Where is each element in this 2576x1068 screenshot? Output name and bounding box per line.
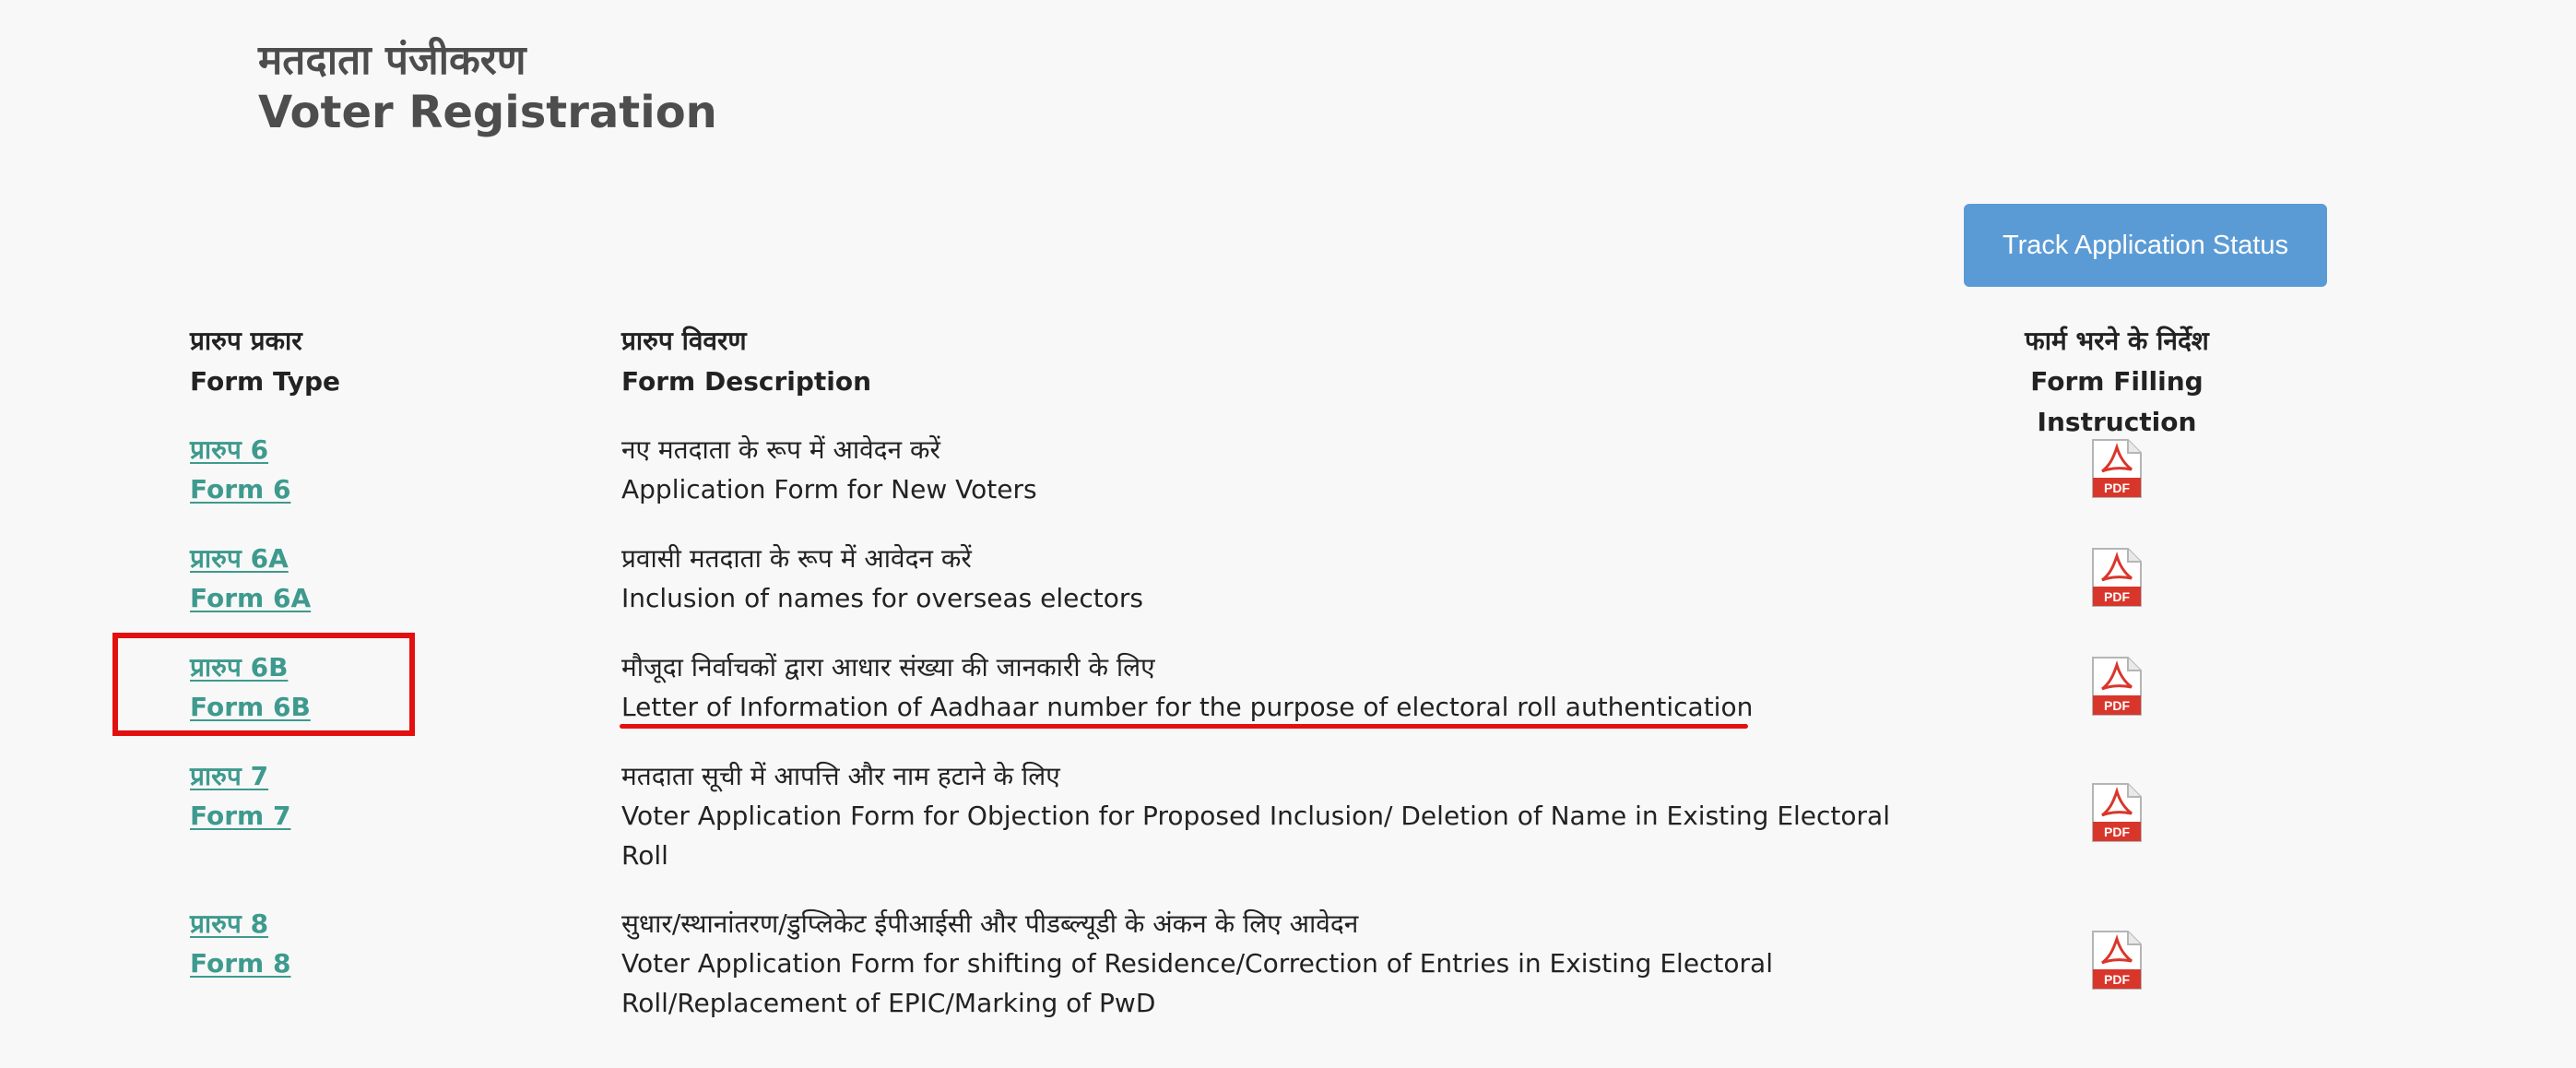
form-name-english: Form 7	[190, 801, 291, 831]
form-name-hindi: प्रारुप 8	[190, 908, 269, 939]
track-application-status-button[interactable]: Track Application Status	[1964, 204, 2327, 287]
form-description-english: Inclusion of names for overseas electors	[621, 583, 1143, 613]
form-description: प्रवासी मतदाता के रूप में आवेदन करें Inc…	[621, 539, 1912, 618]
header-form-description-english: Form Description	[621, 366, 872, 397]
form-name-hindi: प्रारुप 6A	[190, 543, 289, 574]
pdf-label: PDF	[2104, 825, 2130, 839]
header-form-type-english: Form Type	[190, 366, 341, 397]
page-title-english: Voter Registration	[258, 87, 717, 138]
form-name-english: Form 6	[190, 474, 291, 504]
pdf-label: PDF	[2104, 972, 2130, 987]
form-description-hindi: सुधार/स्थानांतरण/डुप्लिकेट ईपीआईसी और पी…	[621, 908, 1359, 939]
form-name-english: Form 6A	[190, 583, 312, 613]
page-title: मतदाता पंजीकरण Voter Registration	[258, 35, 717, 138]
pdf-icon[interactable]: PDF	[2091, 930, 2143, 991]
header-form-type-hindi: प्रारुप प्रकार	[190, 326, 302, 356]
form-description-hindi: मौजूदा निर्वाचकों द्वारा आधार संख्या की …	[621, 652, 1155, 682]
form-description-english: Letter of Information of Aadhaar number …	[621, 692, 1754, 722]
pdf-icon[interactable]: PDF	[2091, 438, 2143, 499]
form-description-hindi: नए मतदाता के रूप में आवेदन करें	[621, 434, 940, 465]
form-link-6[interactable]: प्रारुप 6 Form 6	[190, 430, 290, 509]
form-description-english: Voter Application Form for Objection for…	[621, 801, 1890, 871]
pdf-icon[interactable]: PDF	[2091, 656, 2143, 717]
form-description: सुधार/स्थानांतरण/डुप्लिकेट ईपीआईसी और पी…	[621, 904, 1912, 1023]
header-form-type: प्रारुप प्रकार Form Type	[190, 321, 340, 402]
form-description: मौजूदा निर्वाचकों द्वारा आधार संख्या की …	[621, 647, 1912, 727]
header-instruction-hindi: फार्म भरने के निर्देश	[2025, 326, 2209, 356]
pdf-label: PDF	[2104, 481, 2130, 495]
form-name-hindi: प्रारुप 6	[190, 434, 269, 465]
pdf-icon[interactable]: PDF	[2091, 782, 2143, 843]
form-description-english: Application Form for New Voters	[621, 474, 1037, 504]
header-form-description: प्रारुप विवरण Form Description	[621, 321, 871, 402]
page-title-hindi: मतदाता पंजीकरण	[258, 37, 526, 84]
form-name-hindi: प्रारुप 7	[190, 761, 269, 791]
form-link-7[interactable]: प्रारुप 7 Form 7	[190, 756, 290, 836]
form-link-8[interactable]: प्रारुप 8 Form 8	[190, 904, 290, 983]
highlight-box-form-6b	[112, 633, 415, 736]
highlight-underline-form-6b-description	[620, 724, 1748, 729]
form-description-english: Voter Application Form for shifting of R…	[621, 948, 1773, 1018]
form-description: नए मतदाता के रूप में आवेदन करें Applicat…	[621, 430, 1912, 509]
form-description-hindi: प्रवासी मतदाता के रूप में आवेदन करें	[621, 543, 972, 574]
form-name-english: Form 8	[190, 948, 291, 979]
pdf-label: PDF	[2104, 698, 2130, 713]
pdf-label: PDF	[2104, 589, 2130, 604]
form-description-hindi: मतदाता सूची में आपत्ति और नाम हटाने के ल…	[621, 761, 1060, 791]
form-description: मतदाता सूची में आपत्ति और नाम हटाने के ल…	[621, 756, 1912, 875]
header-form-filling-instruction: फार्म भरने के निर्देश Form Filling Instr…	[1955, 321, 2279, 443]
header-form-description-hindi: प्रारुप विवरण	[621, 326, 747, 356]
form-link-6a[interactable]: प्रारुप 6A Form 6A	[190, 539, 311, 618]
pdf-icon[interactable]: PDF	[2091, 547, 2143, 608]
header-instruction-english: Form Filling Instruction	[2030, 366, 2204, 437]
